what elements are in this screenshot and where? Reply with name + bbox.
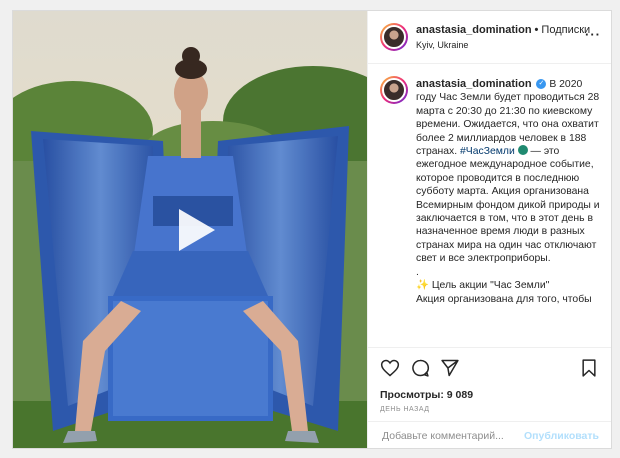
caption-username[interactable]: anastasia_domination bbox=[416, 78, 532, 90]
caption-goal-line: ✨ Цель акции "Час Земли" bbox=[416, 280, 550, 292]
caption-avatar[interactable] bbox=[380, 76, 408, 104]
verified-badge-icon: ✓ bbox=[536, 79, 547, 90]
header-username-row: anastasia_domination • Подписки bbox=[416, 24, 590, 36]
caption-last-line: Акция организована для того, чтобы bbox=[416, 293, 592, 305]
views-count[interactable]: Просмотры: 9 089 bbox=[380, 389, 473, 401]
comment-input[interactable] bbox=[380, 429, 524, 443]
caption-text: anastasia_domination ✓ В 2020 году Час З… bbox=[416, 78, 603, 306]
post-header: anastasia_domination • Подписки Kyiv, Ukra… bbox=[368, 11, 611, 64]
more-options-icon[interactable]: ··· bbox=[585, 27, 601, 42]
caption-dot: . bbox=[416, 266, 419, 278]
heart-icon[interactable] bbox=[380, 358, 400, 383]
caption-text-2: — это ежегодное международное событие, к… bbox=[416, 146, 600, 265]
post-sidebar: anastasia_domination • Подписки Kyiv, Ukra… bbox=[367, 11, 611, 448]
caption-area: anastasia_domination ✓ В 2020 году Час З… bbox=[368, 64, 611, 347]
location-link[interactable]: Kyiv, Ukraine bbox=[416, 40, 468, 50]
post-video[interactable] bbox=[13, 11, 367, 448]
separator-dot: • bbox=[534, 24, 539, 36]
hashtag-link[interactable]: #ЧасЗемли bbox=[460, 146, 515, 157]
actions-section: Просмотры: 9 089 день назад Опубликовать bbox=[368, 347, 611, 448]
post-card: anastasia_domination • Подписки Kyiv, Ukra… bbox=[12, 10, 612, 449]
header-username[interactable]: anastasia_domination bbox=[416, 24, 532, 36]
following-button[interactable]: Подписки bbox=[541, 24, 590, 36]
play-icon[interactable] bbox=[165, 203, 219, 257]
comment-icon[interactable] bbox=[410, 358, 430, 383]
bookmark-icon[interactable] bbox=[579, 358, 599, 383]
add-comment-bar: Опубликовать bbox=[368, 421, 611, 448]
share-icon[interactable] bbox=[440, 358, 460, 383]
publish-button[interactable]: Опубликовать bbox=[524, 430, 599, 442]
post-timestamp[interactable]: день назад bbox=[380, 406, 430, 413]
globe-emoji-icon bbox=[517, 145, 528, 156]
avatar[interactable] bbox=[380, 23, 408, 51]
action-icons bbox=[380, 358, 599, 382]
